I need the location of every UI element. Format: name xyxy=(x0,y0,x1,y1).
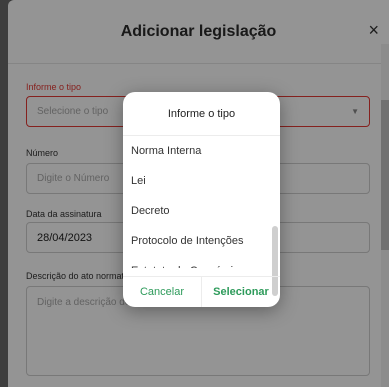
picker-title: Informe o tipo xyxy=(123,92,280,136)
option-norma-interna[interactable]: Norma Interna xyxy=(123,136,280,166)
option-decreto[interactable]: Decreto xyxy=(123,196,280,226)
picker-options-list: Norma Interna Lei Decreto Protocolo de I… xyxy=(123,136,280,268)
type-picker-dialog: Informe o tipo Norma Interna Lei Decreto… xyxy=(123,92,280,307)
option-protocolo[interactable]: Protocolo de Intenções xyxy=(123,226,280,256)
picker-footer: Cancelar Selecionar xyxy=(123,276,280,307)
option-lei[interactable]: Lei xyxy=(123,166,280,196)
cancel-button[interactable]: Cancelar xyxy=(123,277,201,307)
option-estatuto[interactable]: Estatuto do Consórcio xyxy=(123,256,280,268)
select-button[interactable]: Selecionar xyxy=(201,277,280,307)
